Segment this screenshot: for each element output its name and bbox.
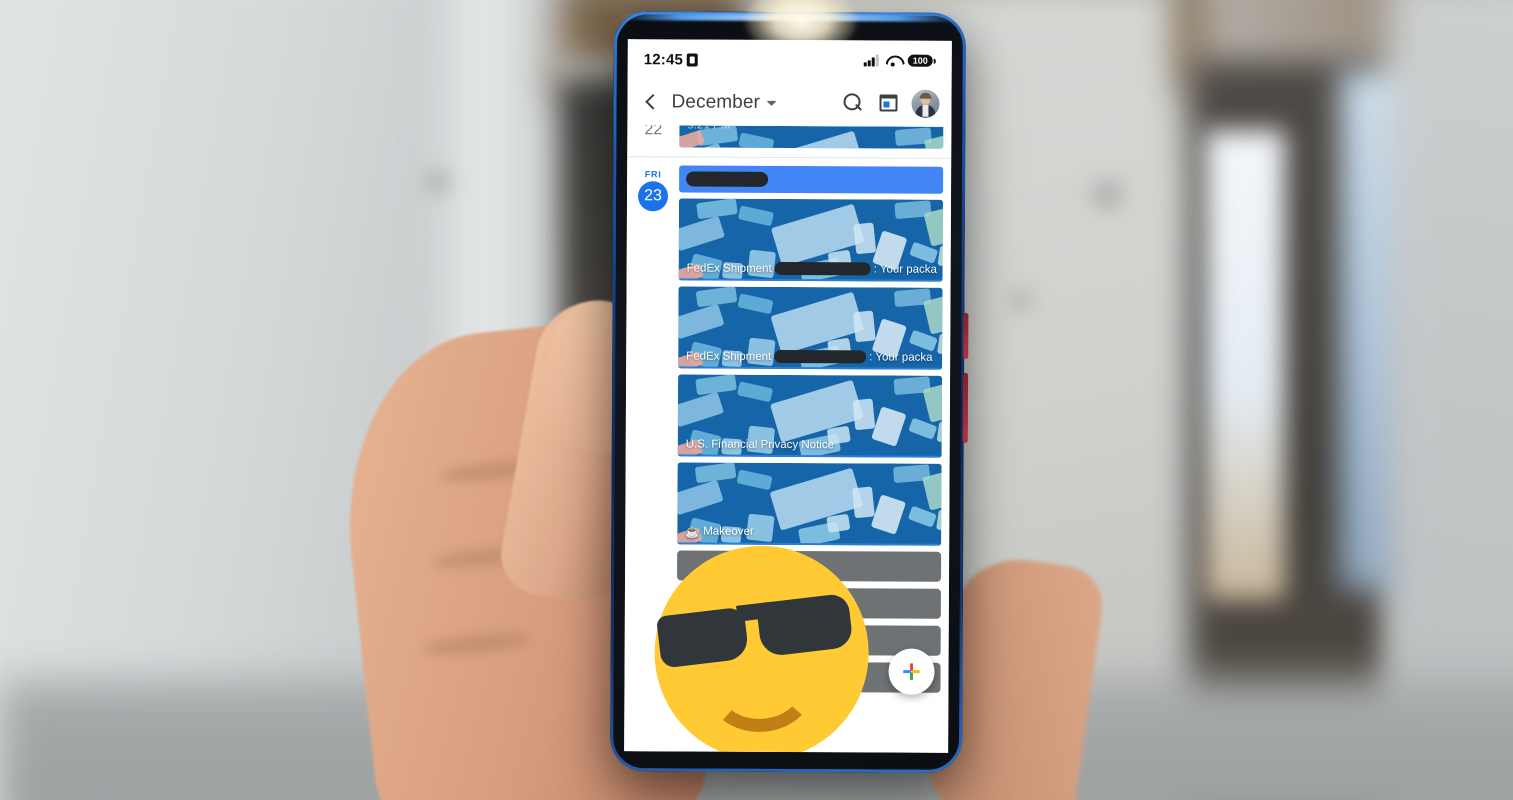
event-accent-bar bbox=[678, 366, 943, 370]
event-time: 9:21 PM bbox=[687, 125, 731, 132]
status-clock: 12:45 bbox=[643, 50, 699, 68]
day-number[interactable]: 23 bbox=[637, 181, 669, 212]
list-item[interactable] bbox=[679, 165, 944, 194]
power-button[interactable] bbox=[963, 312, 969, 359]
day-number: 22 bbox=[644, 125, 663, 139]
smartphone-device: 12:45 100 December 22 9:21 PM FRI 23 Fed… bbox=[610, 0, 969, 773]
event-title-prefix: U.S. Financial Privacy Notice bbox=[685, 438, 835, 452]
app-bar: December bbox=[627, 79, 952, 127]
redacted-text bbox=[774, 349, 867, 364]
agenda-day-clipped: 22 9:21 PM bbox=[627, 125, 951, 158]
avatar[interactable] bbox=[911, 89, 940, 118]
event-title-suffix: : Your packa bbox=[873, 262, 938, 276]
clock-text: 12:45 bbox=[643, 50, 684, 68]
day-column: 22 bbox=[627, 125, 679, 156]
list-item[interactable]: U.S. Financial Privacy Notice bbox=[677, 374, 943, 458]
wall-smudge bbox=[425, 170, 451, 194]
background-window-light bbox=[1205, 130, 1285, 600]
search-icon[interactable] bbox=[839, 90, 865, 116]
back-chevron-icon[interactable] bbox=[639, 91, 661, 113]
event-title: U.S. Financial Privacy Notice bbox=[686, 438, 940, 451]
battery-icon: 100 bbox=[907, 54, 936, 67]
wall-smudge bbox=[1090, 180, 1124, 210]
volume-button[interactable] bbox=[962, 372, 969, 443]
event-accent-bar bbox=[678, 278, 943, 282]
wifi-icon bbox=[886, 55, 901, 67]
event-title-prefix: FedEx Shipment bbox=[686, 349, 772, 363]
event-accent-bar bbox=[677, 454, 942, 458]
google-plus-create-icon bbox=[903, 663, 920, 680]
event-title-prefix: FedEx Shipment bbox=[686, 261, 772, 275]
list-item[interactable]: 9:21 PM bbox=[679, 125, 944, 149]
event-title: ☕ Makeover bbox=[685, 524, 939, 539]
list-item[interactable]: ☕ Makeover bbox=[677, 462, 942, 546]
coffee-cup-icon: ☕ bbox=[685, 524, 701, 539]
page-title: December bbox=[671, 91, 761, 113]
create-event-fab[interactable] bbox=[888, 648, 935, 695]
sunglasses-face-emoji bbox=[654, 545, 870, 753]
event-title-prefix: Makeover bbox=[703, 525, 754, 538]
event-title-suffix: : Your packa bbox=[869, 350, 933, 364]
agenda-list[interactable]: 22 9:21 PM FRI 23 FedEx Shipment: Your … bbox=[624, 125, 952, 753]
day-events: 9:21 PM bbox=[679, 125, 951, 157]
status-icons: 100 bbox=[864, 54, 936, 67]
list-item[interactable]: FedEx Shipment : Your packa bbox=[678, 198, 944, 282]
event-title: FedEx Shipment : Your packa bbox=[686, 349, 940, 364]
caret-down-icon bbox=[766, 100, 777, 106]
signal-bars-icon bbox=[864, 54, 879, 67]
day-of-week: FRI bbox=[644, 169, 662, 180]
event-title: FedEx Shipment : Your packa bbox=[686, 261, 941, 276]
calendar-today-icon[interactable] bbox=[875, 90, 901, 116]
status-bar: 12:45 100 bbox=[627, 39, 952, 81]
list-item[interactable]: FedEx Shipment : Your packa bbox=[678, 286, 943, 370]
phone-screen: 12:45 100 December 22 9:21 PM FRI 23 Fed… bbox=[624, 39, 952, 753]
battery-level: 100 bbox=[907, 54, 933, 67]
wall-smudge bbox=[1010, 290, 1032, 310]
redacted-text bbox=[774, 261, 871, 276]
alarm-icon bbox=[687, 52, 699, 67]
event-accent-bar bbox=[677, 542, 942, 546]
month-selector[interactable]: December bbox=[671, 91, 829, 114]
redacted-text bbox=[686, 171, 769, 187]
